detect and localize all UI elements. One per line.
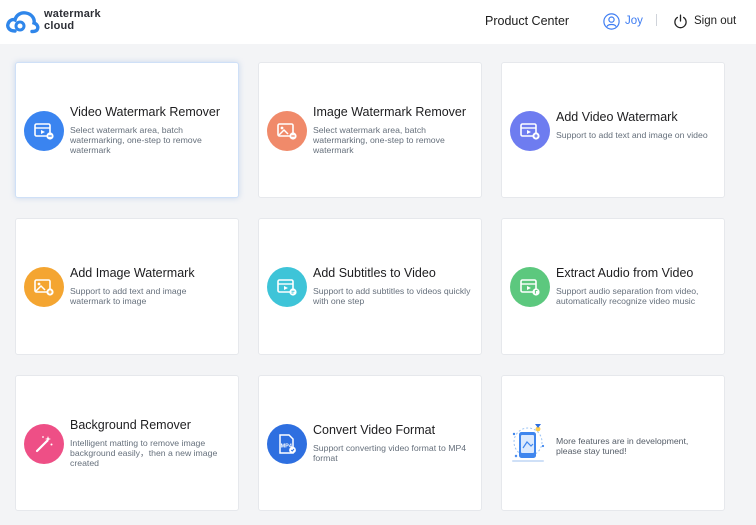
sign-out-button[interactable]: Sign out xyxy=(673,12,736,30)
card-background-remover[interactable]: Background Remover Intelligent matting t… xyxy=(15,375,239,511)
mp4-file-icon: MP4 xyxy=(267,424,307,464)
image-watermark-add-icon xyxy=(24,267,64,307)
video-watermark-remove-icon xyxy=(24,111,64,151)
magic-wand-icon xyxy=(24,424,64,464)
product-center-link[interactable]: Product Center xyxy=(485,14,569,28)
top-bar: watermark cloud Product Center Joy Sign … xyxy=(0,0,756,44)
card-title: Image Watermark Remover xyxy=(313,105,467,119)
watermark-cloud-logo[interactable]: watermark cloud xyxy=(6,8,116,36)
card-add-image-watermark[interactable]: Add Image Watermark Support to add text … xyxy=(15,218,239,355)
card-add-video-watermark[interactable]: Add Video Watermark Support to add text … xyxy=(501,62,725,198)
card-add-subtitles-to-video[interactable]: Add Subtitles to Video Support to add su… xyxy=(258,218,482,355)
logo-text: watermark cloud xyxy=(44,8,101,32)
card-title: Add Image Watermark xyxy=(70,266,195,280)
card-description: Support to add subtitles to videos quick… xyxy=(313,286,471,306)
card-image-watermark-remover[interactable]: Image Watermark Remover Select watermark… xyxy=(258,62,482,198)
in-development-illustration xyxy=(508,420,548,464)
card-convert-video-format[interactable]: MP4 Convert Video Format Support convert… xyxy=(258,375,482,511)
image-watermark-remove-icon xyxy=(267,111,307,151)
extract-audio-icon xyxy=(510,267,550,307)
card-description: More features are in development, please… xyxy=(556,436,689,456)
card-title: Video Watermark Remover xyxy=(70,105,221,119)
card-extract-audio-from-video[interactable]: Extract Audio from Video Support audio s… xyxy=(501,218,725,355)
power-icon xyxy=(674,14,687,28)
user-menu[interactable]: Joy xyxy=(603,12,643,30)
card-video-watermark-remover[interactable]: Video Watermark Remover Select watermark… xyxy=(15,62,239,198)
card-description: Select watermark area, batch watermarkin… xyxy=(70,125,202,155)
card-description: Support to add text and image watermark … xyxy=(70,286,187,306)
card-title: Extract Audio from Video xyxy=(556,266,694,280)
card-title: Add Video Watermark xyxy=(556,110,678,124)
subtitles-icon xyxy=(267,267,307,307)
cloud-logo-icon xyxy=(6,11,40,34)
logo-line-2: cloud xyxy=(44,19,75,32)
card-title: Convert Video Format xyxy=(313,423,436,437)
nav-divider xyxy=(656,14,657,26)
card-description: Support audio separation from video, aut… xyxy=(556,286,699,306)
card-description: Support to add text and image on video xyxy=(556,130,708,140)
logo-line-1: watermark xyxy=(44,8,101,20)
card-description: Support converting video format to MP4 f… xyxy=(313,443,467,463)
sign-out-label: Sign out xyxy=(694,15,737,27)
card-title: Background Remover xyxy=(70,418,191,432)
card-description: Select watermark area, batch watermarkin… xyxy=(313,125,445,155)
card-more-features: More features are in development, please… xyxy=(501,375,725,511)
user-avatar-icon xyxy=(603,12,620,30)
video-watermark-add-icon xyxy=(510,111,550,151)
card-description: Intelligent matting to remove image back… xyxy=(70,438,218,468)
user-name: Joy xyxy=(625,15,643,27)
card-title: Add Subtitles to Video xyxy=(313,266,436,280)
